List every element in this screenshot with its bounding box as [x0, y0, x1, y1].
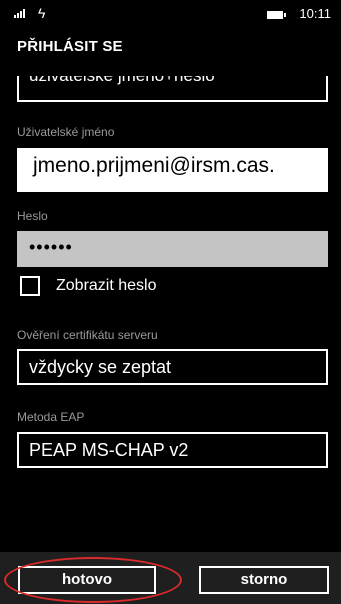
eap-select[interactable]: PEAP MS-CHAP v2 [17, 432, 328, 468]
clock: 10:11 [299, 6, 331, 21]
signal-strength-icon [14, 9, 25, 18]
show-password-label: Zobrazit heslo [56, 277, 157, 294]
username-field[interactable]: jmeno.prijmeni@irsm.cas. [17, 148, 328, 192]
certificate-label: Ověření certifikátu serveru [17, 328, 158, 342]
show-password-toggle[interactable]: Zobrazit heslo [20, 276, 157, 296]
username-label: Uživatelské jméno [17, 125, 115, 139]
identity-field[interactable]: uživatelské jméno+heslo [17, 76, 328, 102]
password-label: Heslo [17, 209, 48, 223]
certificate-select[interactable]: vždycky se zeptat [17, 349, 328, 385]
status-bar: ϟ 10:11 [0, 0, 341, 30]
wifi-icon: ϟ [38, 5, 46, 21]
eap-label: Metoda EAP [17, 410, 85, 424]
done-button[interactable]: hotovo [18, 566, 156, 594]
page-title: PŘIHLÁSIT SE [17, 38, 123, 55]
battery-icon [267, 11, 286, 19]
identity-field-value: uživatelské jméno+heslo [29, 76, 215, 86]
show-password-checkbox[interactable] [20, 276, 40, 296]
cancel-button[interactable]: storno [199, 566, 329, 594]
password-field[interactable]: •••••• [17, 231, 328, 267]
app-bar: hotovo storno [0, 552, 341, 604]
